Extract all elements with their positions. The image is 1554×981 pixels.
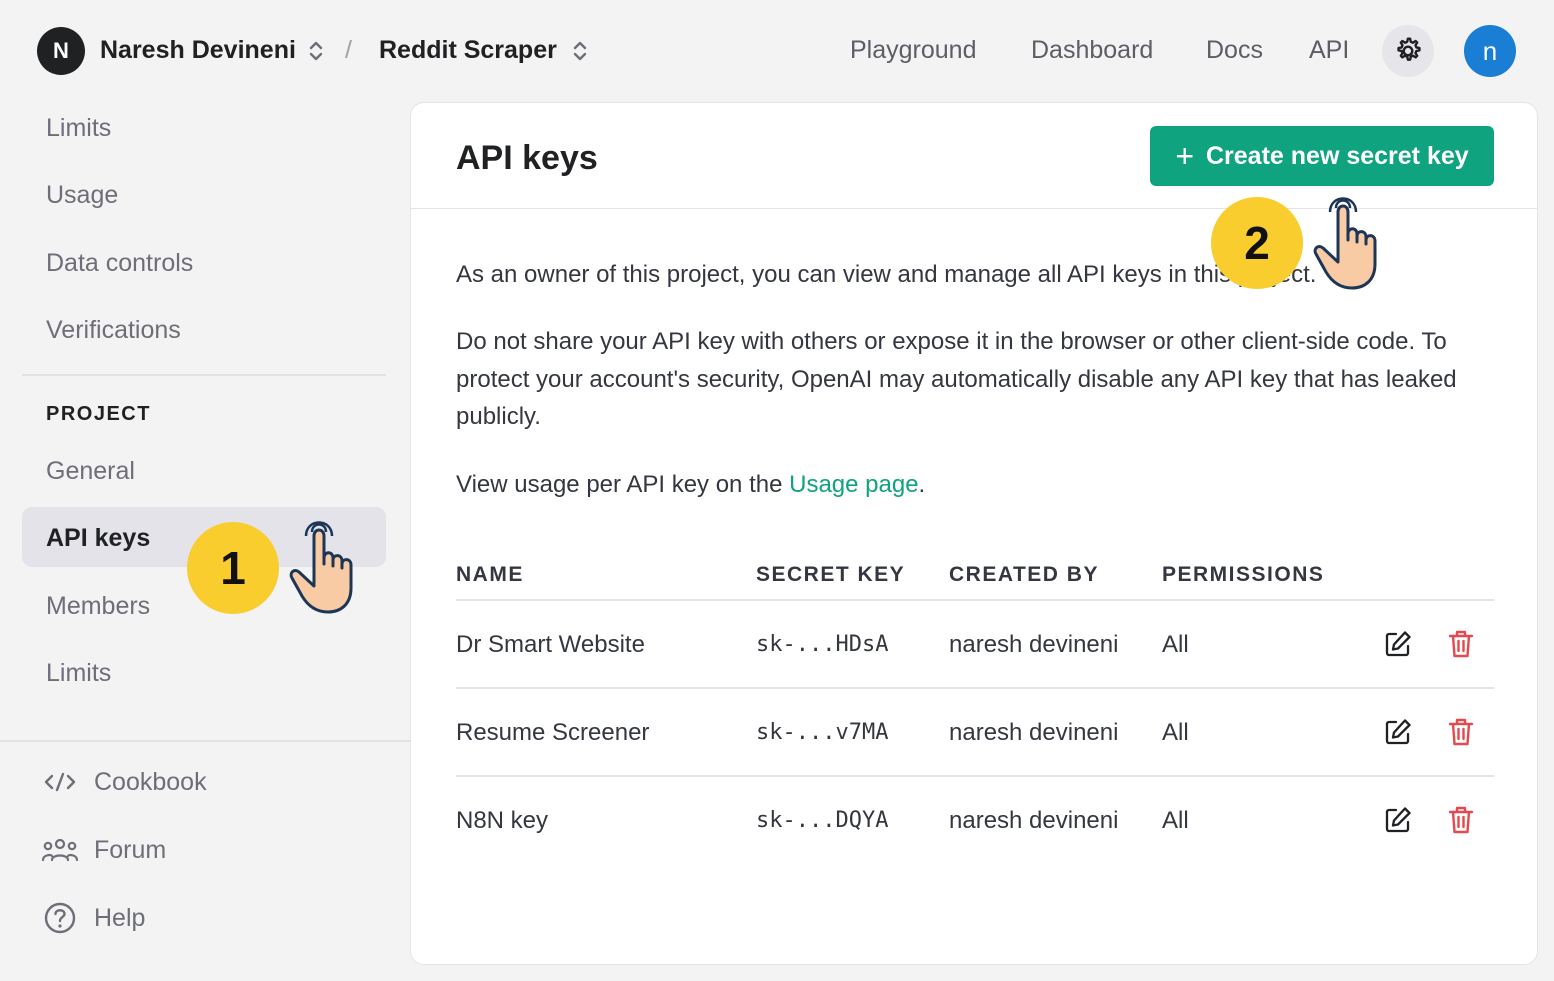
create-secret-key-button[interactable]: + Create new secret key — [1150, 126, 1494, 186]
org-switcher[interactable]: Naresh Devineni — [100, 36, 296, 65]
column-header-created-by: CREATED BY — [949, 563, 1099, 586]
trash-icon — [1448, 806, 1474, 834]
permissions: All — [1162, 631, 1189, 658]
help-icon — [40, 898, 80, 938]
edit-icon — [1385, 807, 1411, 833]
usage-note-suffix: . — [918, 471, 926, 498]
trash-icon — [1448, 630, 1474, 658]
org-avatar[interactable]: N — [37, 27, 85, 75]
trash-icon — [1448, 718, 1474, 746]
column-header-secret-key: SECRET KEY — [756, 563, 906, 586]
sidebar-item-limits[interactable]: Limits — [46, 114, 111, 143]
sidebar-item-help[interactable]: Help — [40, 898, 145, 938]
secret-key-value: sk-...HDsA — [756, 632, 889, 657]
sidebar-bottom-divider — [0, 740, 410, 742]
usage-note-prefix: View usage per API key on the — [456, 471, 790, 498]
edit-icon — [1385, 631, 1411, 657]
edit-key-button[interactable] — [1381, 803, 1415, 837]
secret-key-value: sk-...DQYA — [756, 808, 889, 833]
chevron-up-down-icon[interactable] — [307, 38, 325, 64]
edit-icon — [1385, 719, 1411, 745]
permissions: All — [1162, 807, 1189, 834]
edit-key-button[interactable] — [1381, 715, 1415, 749]
gear-icon — [1397, 37, 1421, 61]
sidebar-item-forum[interactable]: Forum — [40, 830, 166, 870]
key-name: N8N key — [456, 807, 549, 834]
create-secret-key-label: Create new secret key — [1206, 141, 1469, 170]
sidebar-item-api-keys-label[interactable]: API keys — [46, 524, 150, 553]
chevron-up-down-icon[interactable] — [571, 38, 589, 64]
code-icon — [40, 762, 80, 802]
sidebar-item-label: Forum — [94, 835, 167, 864]
created-by: naresh devineni — [949, 807, 1119, 834]
sidebar-item-usage[interactable]: Usage — [46, 181, 118, 210]
sidebar-item-general[interactable]: General — [46, 457, 135, 486]
project-switcher[interactable]: Reddit Scraper — [379, 36, 557, 65]
sidebar-heading-project: PROJECT — [46, 403, 151, 425]
page-title: API keys — [456, 139, 598, 177]
table-divider — [456, 687, 1494, 689]
created-by: naresh devineni — [949, 719, 1119, 746]
nav-playground[interactable]: Playground — [850, 36, 976, 65]
sidebar-item-cookbook[interactable]: Cookbook — [40, 762, 207, 802]
nav-api[interactable]: API — [1309, 36, 1349, 65]
table-divider — [456, 775, 1494, 777]
step-badge-1: 1 — [187, 522, 279, 614]
breadcrumb-separator: / — [345, 36, 352, 64]
table-divider — [456, 599, 1494, 601]
usage-note: View usage per API key on the Usage page… — [456, 466, 1496, 504]
user-avatar[interactable]: n — [1464, 25, 1516, 77]
column-header-permissions: PERMISSIONS — [1162, 563, 1325, 586]
nav-dashboard[interactable]: Dashboard — [1031, 36, 1153, 65]
edit-key-button[interactable] — [1381, 627, 1415, 661]
secret-key-value: sk-...v7MA — [756, 720, 889, 745]
security-warning: Do not share your API key with others or… — [456, 328, 1457, 430]
sidebar-item-data-controls[interactable]: Data controls — [46, 249, 193, 278]
settings-button[interactable] — [1382, 25, 1434, 77]
delete-key-button[interactable] — [1444, 627, 1478, 661]
delete-key-button[interactable] — [1444, 803, 1478, 837]
key-name: Resume Screener — [456, 719, 650, 746]
sidebar-item-label: Cookbook — [94, 767, 207, 796]
sidebar-item-verifications[interactable]: Verifications — [46, 316, 181, 345]
nav-docs[interactable]: Docs — [1206, 36, 1263, 65]
permissions: All — [1162, 719, 1189, 746]
created-by: naresh devineni — [949, 631, 1119, 658]
top-bar: N Naresh Devineni / Reddit Scraper Playg… — [0, 0, 1554, 102]
step-badge-2: 2 — [1211, 197, 1303, 289]
sidebar-item-label: Help — [94, 903, 146, 932]
sidebar-item-project-limits[interactable]: Limits — [46, 659, 111, 688]
column-header-name: NAME — [456, 563, 524, 586]
delete-key-button[interactable] — [1444, 715, 1478, 749]
people-icon — [40, 830, 80, 870]
usage-page-link[interactable]: Usage page — [789, 471, 918, 498]
sidebar-item-members[interactable]: Members — [46, 592, 150, 621]
plus-icon: + — [1175, 138, 1194, 174]
pointer-hand-icon — [1313, 197, 1377, 290]
key-name: Dr Smart Website — [456, 631, 645, 658]
sidebar-divider — [22, 374, 386, 376]
pointer-hand-icon — [289, 521, 353, 614]
